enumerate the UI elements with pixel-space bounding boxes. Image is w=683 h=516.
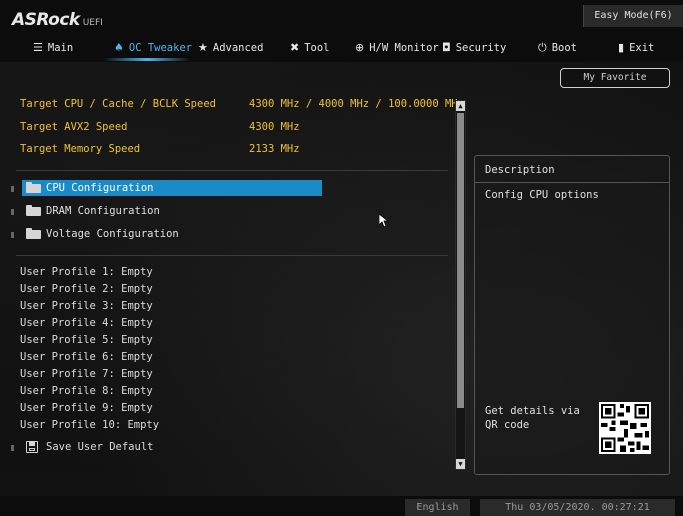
info-label: Target Memory Speed: [20, 143, 141, 155]
tools-icon: ✖: [290, 41, 300, 54]
user-profile-item[interactable]: User Profile 10: Empty: [20, 418, 159, 433]
mouse-cursor-icon: [379, 214, 389, 228]
info-value: 4300 MHz / 4000 MHz / 100.0000 MHz: [249, 98, 464, 110]
save-icon: [26, 441, 38, 453]
active-tab-indicator: [104, 58, 190, 61]
info-label: Target CPU / Cache / BCLK Speed: [20, 98, 216, 110]
tab-advanced[interactable]: ★ Advanced: [198, 36, 263, 60]
tab-security[interactable]: ◘ Security: [442, 36, 506, 60]
bullet-marker: [11, 186, 14, 192]
bullet-marker: [11, 209, 14, 215]
user-profile-item[interactable]: User Profile 9: Empty: [20, 401, 153, 416]
flame-icon: ♠: [114, 41, 124, 54]
tab-oc-tweaker[interactable]: ♠ OC Tweaker: [114, 36, 192, 60]
folder-icon: [26, 182, 41, 193]
user-profile-item[interactable]: User Profile 2: Empty: [20, 282, 153, 297]
info-row-memory-speed: Target Memory Speed 2133 MHz: [20, 141, 300, 157]
shield-icon: ◘: [442, 41, 451, 54]
bullet-marker: [11, 445, 14, 451]
description-panel: Description Config CPU options Get detai…: [474, 155, 670, 475]
qr-caption: Get details via QR code: [485, 405, 580, 431]
user-profile-item[interactable]: User Profile 7: Empty: [20, 367, 153, 382]
user-profile-item[interactable]: User Profile 3: Empty: [20, 299, 153, 314]
exit-icon: ▮: [618, 41, 625, 54]
language-selector[interactable]: English: [405, 499, 470, 516]
info-row-avx2-speed: Target AVX2 Speed 4300 MHz: [20, 119, 300, 135]
info-label: Target AVX2 Speed: [20, 121, 128, 133]
folder-icon: [26, 205, 41, 216]
folder-icon: [26, 228, 41, 239]
tab-tool[interactable]: ✖ Tool: [290, 36, 330, 60]
qr-code-icon: [599, 402, 651, 454]
info-value: 2133 MHz: [249, 143, 300, 155]
user-profile-item[interactable]: User Profile 4: Empty: [20, 316, 153, 331]
bullet-marker: [11, 232, 14, 238]
scroll-up-arrow-icon[interactable]: ▲: [456, 101, 465, 111]
tab-boot[interactable]: ⏻ Boot: [538, 36, 577, 60]
user-profile-item[interactable]: User Profile 6: Empty: [20, 350, 153, 365]
menu-item-voltage-configuration[interactable]: Voltage Configuration: [22, 226, 179, 242]
user-profile-item[interactable]: User Profile 8: Empty: [20, 384, 153, 399]
user-profile-item[interactable]: User Profile 5: Empty: [20, 333, 153, 348]
my-favorite-button[interactable]: My Favorite: [560, 68, 670, 88]
asrock-logo: ASRock UEFI: [12, 10, 103, 30]
menu-item-dram-configuration[interactable]: DRAM Configuration: [22, 203, 160, 219]
divider: [16, 255, 448, 256]
description-title: Description: [485, 164, 555, 176]
scrollbar[interactable]: ▲ ▼: [455, 100, 466, 470]
star-icon: ★: [198, 41, 208, 54]
list-icon: ☰: [33, 41, 43, 54]
tab-main[interactable]: ☰ Main: [33, 36, 73, 60]
easy-mode-button[interactable]: Easy Mode(F6): [583, 5, 683, 27]
scroll-down-arrow-icon[interactable]: ▼: [456, 459, 465, 469]
info-value: 4300 MHz: [249, 121, 300, 133]
monitor-icon: ⊕: [355, 41, 365, 54]
main-tabs: ☰ Main ♠ OC Tweaker ★ Advanced ✖ Tool ⊕ H/W M…: [0, 36, 683, 60]
divider: [475, 182, 669, 183]
scrollbar-thumb[interactable]: [457, 113, 464, 408]
save-user-default-item[interactable]: Save User Default: [22, 439, 153, 455]
date-time-display: Thu 03/05/2020. 00:27:21: [480, 499, 675, 516]
tab-exit[interactable]: ▮ Exit: [618, 36, 654, 60]
user-profile-item[interactable]: User Profile 1: Empty: [20, 265, 153, 280]
menu-item-cpu-configuration[interactable]: CPU Configuration: [22, 180, 322, 196]
tab-hw-monitor[interactable]: ⊕ H/W Monitor: [355, 36, 439, 60]
power-icon: ⏻: [538, 41, 547, 54]
description-text: Config CPU options: [485, 189, 599, 201]
divider: [16, 170, 448, 171]
info-row-cpu-speed: Target CPU / Cache / BCLK Speed 4300 MHz…: [20, 96, 464, 112]
